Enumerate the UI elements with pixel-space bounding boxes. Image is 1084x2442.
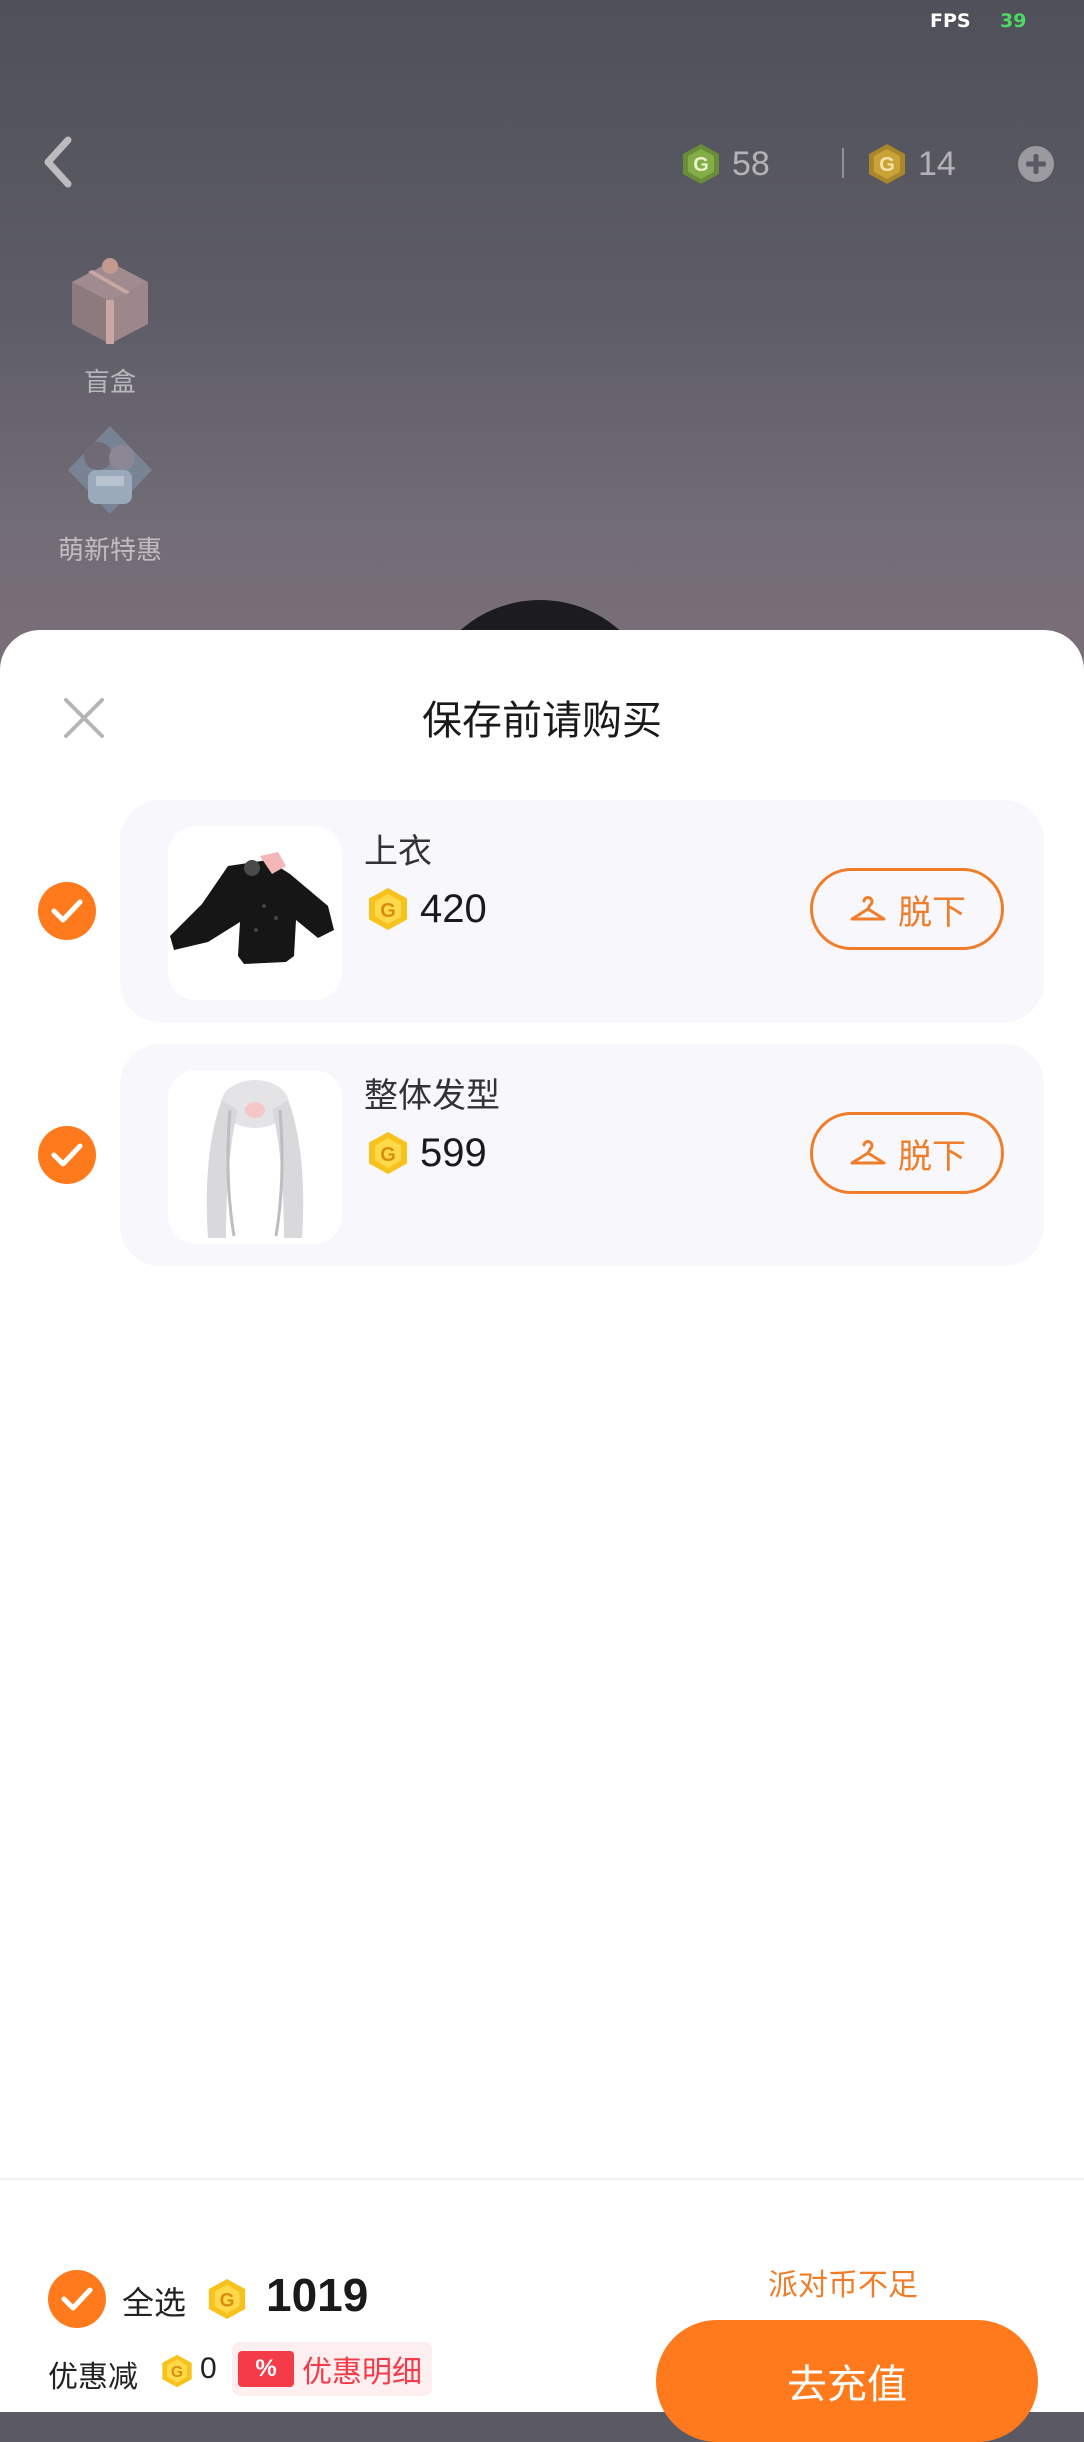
list-item: 上衣 G 420 脱下 bbox=[120, 800, 1044, 1022]
gold-g-coin-icon: G bbox=[208, 2278, 246, 2320]
newbie-offer-label: 萌新特惠 bbox=[57, 536, 162, 566]
back-button[interactable] bbox=[36, 130, 80, 194]
purchase-sheet: 保存前请购买 上衣 G 420 脱下 整体发型 G 599 脱下 派对币不足 全… bbox=[0, 630, 1084, 2442]
hanger-icon bbox=[850, 896, 886, 921]
fps-value: 39 bbox=[1000, 10, 1027, 32]
blind-box-gift-icon bbox=[72, 258, 148, 344]
svg-text:G: G bbox=[220, 2291, 235, 2312]
sweater-icon bbox=[170, 852, 334, 964]
item-name: 上衣 bbox=[364, 832, 432, 872]
green-g-coin-icon: G bbox=[683, 144, 719, 184]
take-off-label: 脱下 bbox=[898, 892, 966, 933]
total-price: 1019 bbox=[266, 2269, 369, 2321]
svg-text:G: G bbox=[380, 900, 396, 922]
item-price: G 599 bbox=[366, 1128, 487, 1178]
gold-g-coin-icon: G bbox=[369, 1132, 407, 1174]
discount-value: 0 bbox=[200, 2352, 217, 2385]
sheet-title: 保存前请购买 bbox=[422, 698, 662, 744]
select-all-checkbox[interactable] bbox=[48, 2270, 106, 2328]
newbie-offer-button[interactable]: 萌新特惠 bbox=[50, 420, 170, 567]
svg-text:G: G bbox=[879, 154, 895, 176]
svg-text:G: G bbox=[171, 2364, 183, 2381]
currency-green: G 58 bbox=[680, 136, 770, 192]
item-thumbnail bbox=[168, 1070, 342, 1244]
add-currency-button[interactable] bbox=[1016, 144, 1056, 184]
item-thumbnail bbox=[168, 826, 342, 1000]
item-price-value: 420 bbox=[420, 886, 487, 931]
gold-g-coin-icon: G bbox=[369, 888, 407, 930]
blind-box-button[interactable]: 盲盒 bbox=[50, 252, 170, 399]
svg-text:G: G bbox=[693, 154, 709, 176]
item-price-value: 599 bbox=[420, 1130, 487, 1175]
currency-gold: G 14 bbox=[866, 136, 956, 192]
checkmark-icon bbox=[61, 2287, 93, 2311]
chevron-left-icon bbox=[44, 136, 72, 188]
discount-detail-label: 优惠明细 bbox=[302, 2355, 422, 2390]
list-item: 整体发型 G 599 脱下 bbox=[120, 1044, 1044, 1266]
hanger-icon bbox=[850, 1140, 886, 1165]
recharge-button[interactable]: 去充值 bbox=[656, 2320, 1038, 2442]
blind-box-label: 盲盒 bbox=[83, 368, 136, 398]
discount-tag-icon: % bbox=[238, 2351, 294, 2387]
take-off-button[interactable]: 脱下 bbox=[810, 868, 1004, 950]
currency-gold-value: 14 bbox=[918, 144, 956, 183]
item-checkbox[interactable] bbox=[38, 882, 96, 940]
discount-detail-button[interactable]: % 优惠明细 bbox=[232, 2342, 432, 2396]
footer-divider bbox=[0, 2178, 1084, 2180]
gold-g-coin-icon: G bbox=[869, 144, 905, 184]
currency-divider bbox=[842, 148, 844, 178]
plus-circle-icon bbox=[1018, 146, 1054, 182]
hair-icon bbox=[206, 1080, 304, 1238]
take-off-label: 脱下 bbox=[898, 1136, 966, 1177]
take-off-button[interactable]: 脱下 bbox=[810, 1112, 1004, 1194]
item-checkbox[interactable] bbox=[38, 1126, 96, 1184]
fps-label: FPS bbox=[930, 10, 971, 32]
discount-label: 优惠减 bbox=[48, 2360, 138, 2395]
insufficient-balance-text: 派对币不足 bbox=[768, 2268, 918, 2303]
svg-text:G: G bbox=[380, 1144, 396, 1166]
checkmark-icon bbox=[51, 1143, 83, 1167]
item-name: 整体发型 bbox=[364, 1076, 500, 1116]
gold-g-coin-icon: G bbox=[162, 2354, 192, 2388]
checkmark-icon bbox=[51, 899, 83, 923]
currency-green-value: 58 bbox=[732, 144, 770, 183]
item-price: G 420 bbox=[366, 884, 487, 934]
currency-bar: G 58 G 14 bbox=[680, 136, 1070, 192]
select-all-label[interactable]: 全选 bbox=[122, 2278, 186, 2324]
newbie-offer-icon bbox=[68, 426, 152, 514]
